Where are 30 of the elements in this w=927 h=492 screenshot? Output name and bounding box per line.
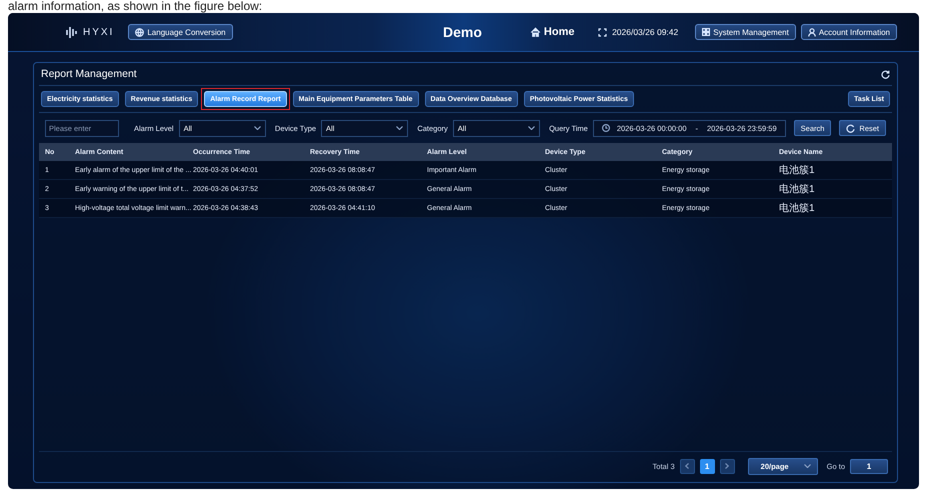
reset-icon: [846, 124, 856, 132]
panel-title: Report Management: [41, 68, 137, 80]
previous-page-button[interactable]: [680, 458, 695, 474]
logo-icon: [65, 25, 79, 39]
caption-text: alarm information, as shown in the figure below:: [7, 0, 264, 13]
logo-text: HYXI: [83, 26, 114, 38]
chevron-down-icon: [528, 126, 536, 130]
person-icon: [808, 28, 816, 36]
account-button[interactable]: Account Information: [800, 24, 897, 40]
chevron-down-icon: [804, 464, 811, 468]
language-button[interactable]: Language Conversion: [128, 24, 233, 40]
next-page-button[interactable]: [720, 458, 735, 474]
chevron-right-icon: [725, 463, 730, 469]
grid-icon: [702, 28, 710, 36]
chevron-down-icon: [254, 126, 261, 130]
goto-page-input[interactable]: 1: [850, 458, 888, 474]
home-link[interactable]: Home: [530, 26, 574, 38]
system-management-button[interactable]: System Management: [695, 24, 796, 40]
app-title: Demo: [443, 24, 482, 40]
table-cell-text: 电池簇1: [779, 182, 816, 196]
home-icon: [530, 27, 541, 37]
datetime-text: 2026/03/26 09:42: [612, 27, 678, 37]
table-cell-text: 电池簇1: [779, 164, 816, 177]
fullscreen-icon: [598, 28, 608, 36]
chevron-left-icon: [685, 463, 690, 469]
refresh-icon: [881, 70, 890, 78]
globe-icon: [135, 28, 144, 36]
table-cell-text: 电池簇1: [779, 202, 816, 215]
clock-icon: [602, 124, 610, 132]
chevron-down-icon: [396, 126, 404, 130]
